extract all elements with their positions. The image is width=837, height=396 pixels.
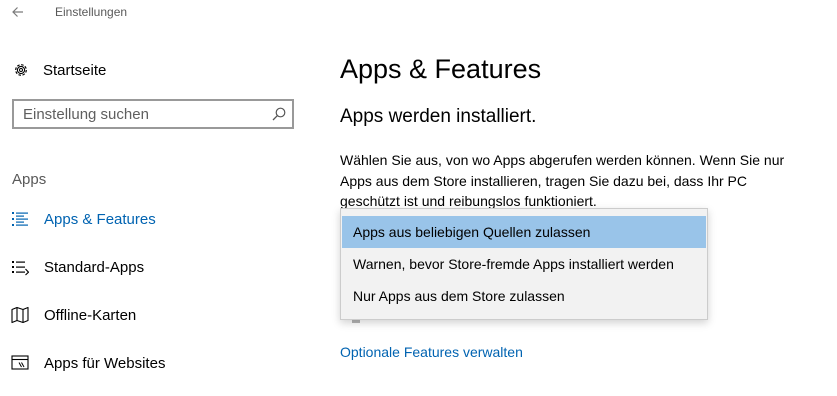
obscured-control (352, 320, 360, 323)
arrow-left-icon (12, 7, 23, 17)
gear-icon (12, 61, 30, 79)
app-source-dropdown[interactable]: Apps aus beliebigen Quellen zulassen War… (340, 208, 708, 320)
page-title: Apps & Features (340, 54, 542, 84)
sidebar-item-home[interactable]: Startseite (12, 60, 106, 80)
sidebar: Startseite Apps (0, 28, 320, 372)
search-icon[interactable] (271, 106, 287, 122)
search-box (12, 99, 294, 129)
dropdown-option-warn[interactable]: Warnen, bevor Store-fremde Apps installi… (342, 248, 706, 280)
sidebar-item-default-apps[interactable]: Standard-Apps (0, 252, 320, 300)
search-input[interactable] (14, 101, 264, 127)
sidebar-nav: Apps & Features Standard-Apps Offline-Ka… (0, 204, 320, 396)
dropdown-option-any-source[interactable]: Apps aus beliebigen Quellen zulassen (342, 216, 706, 248)
website-apps-icon (11, 354, 29, 372)
sidebar-item-label: Offline-Karten (44, 307, 137, 324)
sidebar-item-label: Apps & Features (44, 211, 156, 228)
list-icon (11, 210, 29, 228)
sidebar-item-apps-for-websites[interactable]: Apps für Websites (0, 348, 320, 396)
sidebar-item-offline-maps[interactable]: Offline-Karten (0, 300, 320, 348)
sidebar-item-label: Standard-Apps (44, 259, 145, 276)
window-title: Einstellungen (55, 5, 128, 19)
section-subheading: Apps werden installiert. (340, 106, 537, 127)
manage-optional-features-link[interactable]: Optionale Features verwalten (340, 344, 523, 360)
sidebar-item-apps-features[interactable]: Apps & Features (0, 204, 320, 252)
sidebar-item-label: Apps für Websites (44, 355, 166, 372)
description-text: Wählen Sie aus, von wo Apps abgerufen we… (340, 152, 785, 209)
section-header: Apps (12, 171, 47, 188)
map-icon (11, 306, 29, 324)
title-bar: Einstellungen (0, 0, 837, 28)
default-apps-icon (11, 258, 30, 276)
sidebar-item-label: Startseite (43, 61, 107, 79)
back-button[interactable] (10, 4, 30, 20)
dropdown-option-store-only[interactable]: Nur Apps aus dem Store zulassen (342, 280, 706, 312)
